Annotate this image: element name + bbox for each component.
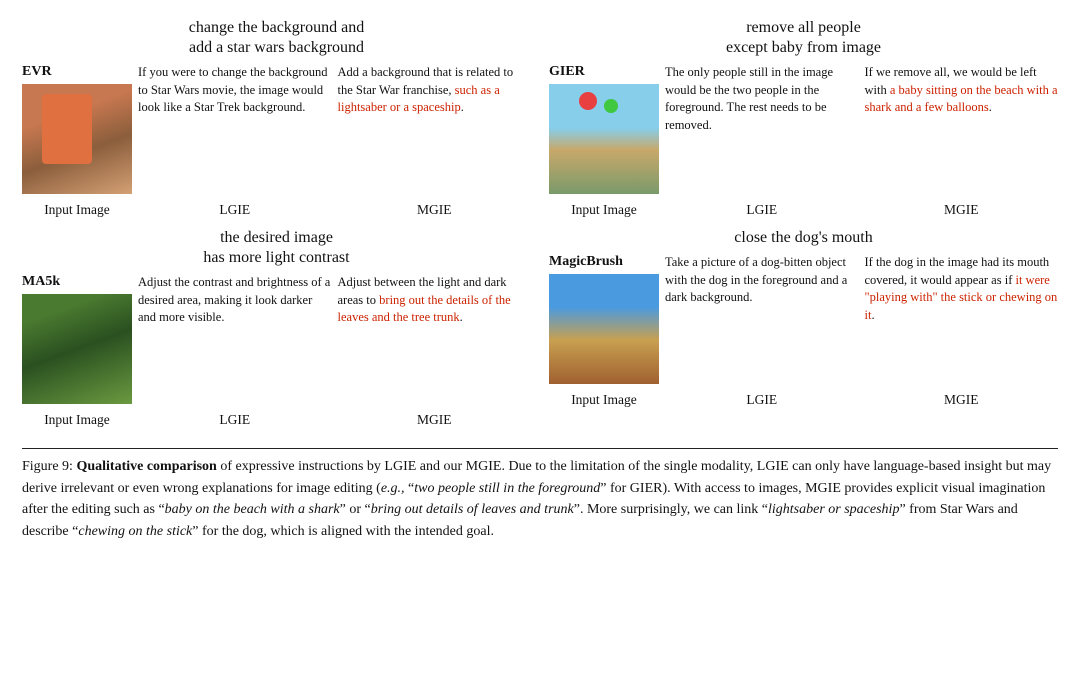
right-top-section: GIER The only people still in the image … [549,64,1058,194]
right-bottom-labels: Input Image LGIE MGIE [549,392,1058,408]
magicbrush-input-image [549,274,659,384]
right-half: remove all people except baby from image… [549,18,1058,438]
right-mgie-bot-text: If the dog in the image had its mouth co… [865,254,1059,384]
left-top-labels: Input Image LGIE MGIE [22,202,531,218]
right-top-labels: Input Image LGIE MGIE [549,202,1058,218]
right-section-label-top: GIER [549,64,585,80]
comparison-grid: change the background and add a star war… [22,18,1058,438]
right-top-title: remove all people except baby from image [549,18,1058,58]
right-section-label-bottom: MagicBrush [549,254,623,270]
right-lgie-top-text: The only people still in the image would… [665,64,859,194]
left-section-label-bottom: MA5k [22,274,60,290]
left-bottom-section: MA5k Adjust the contrast and brightness … [22,274,531,404]
right-lgie-bot-text: Take a picture of a dog-bitten object wi… [665,254,859,384]
left-top-title: change the background and add a star war… [22,18,531,58]
left-lgie-top-text: If you were to change the background to … [138,64,332,194]
left-section-label-top: EVR [22,64,52,80]
right-bottom-title: close the dog's mouth [549,228,1058,248]
left-lgie-bot-text: Adjust the contrast and brightness of a … [138,274,332,404]
left-bottom-labels: Input Image LGIE MGIE [22,412,531,428]
ma5k-input-image [22,294,132,404]
left-half: change the background and add a star war… [22,18,531,438]
gier-input-image [549,84,659,194]
left-mgie-bot-text: Adjust between the light and dark areas … [338,274,532,404]
right-bottom-section: MagicBrush Take a picture of a dog-bitte… [549,254,1058,384]
right-mgie-top-text: If we remove all, we would be left with … [865,64,1059,194]
left-bottom-title: the desired image has more light contras… [22,228,531,268]
figure-caption: Figure 9: Qualitative comparison of expr… [22,448,1058,543]
left-top-section: EVR If you were to change the background… [22,64,531,194]
left-mgie-top-text: Add a background that is related to the … [338,64,532,194]
evr-input-image [22,84,132,194]
